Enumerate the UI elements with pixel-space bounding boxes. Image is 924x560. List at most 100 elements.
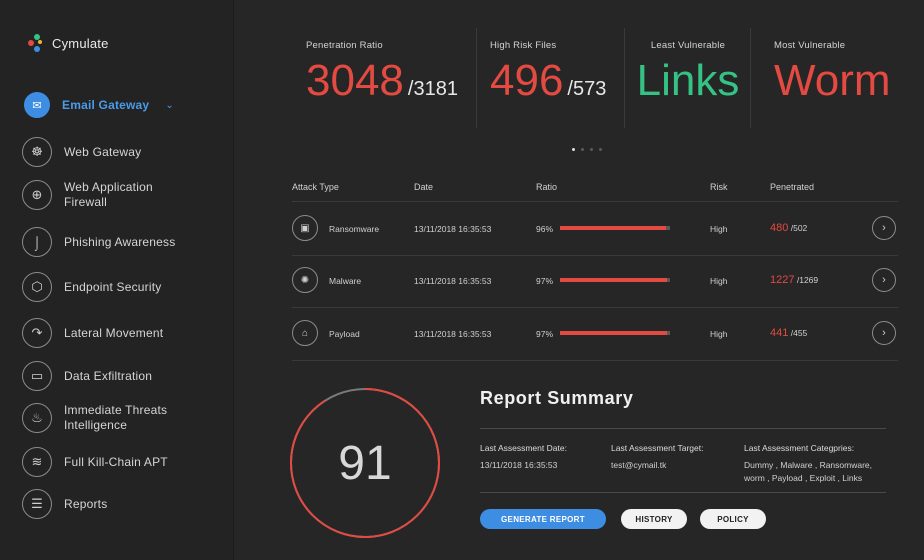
ratio-bar — [560, 226, 670, 230]
globe-gateway-icon: ☸ — [22, 137, 52, 167]
penetrated-count: 1227 — [770, 274, 795, 286]
summary-target-value: test@cymail.tk — [611, 460, 667, 470]
history-button[interactable]: HISTORY — [621, 509, 687, 529]
chevron-right-icon[interactable]: › — [872, 321, 896, 345]
stat-value: Links — [636, 56, 740, 105]
sidebar-item-label: Endpoint Security — [64, 279, 162, 294]
folder-icon: ▭ — [22, 361, 52, 391]
ratio-text: 96% — [536, 224, 554, 234]
ratio-bar — [560, 331, 670, 335]
ratio-bar-fill — [560, 226, 666, 230]
sidebar-item-label: Email Gateway — [62, 97, 150, 112]
stat-most-vulnerable: Most Vulnerable Worm — [774, 28, 904, 128]
generate-report-button[interactable]: GENERATE REPORT — [480, 509, 606, 529]
sidebar: Cymulate ✉ Email Gateway ⌄ ☸ Web Gateway ⊕ Web… — [0, 0, 234, 560]
score-value: 91 — [338, 436, 392, 490]
summary-divider — [480, 492, 886, 493]
flame-icon: ♨ — [22, 403, 52, 433]
penetrated-total: /1269 — [796, 275, 819, 285]
stat-label: Most Vulnerable — [774, 40, 846, 51]
summary-date: Last Assessment Date: 13/11/2018 16:35:5… — [480, 442, 600, 472]
carousel-dot[interactable] — [581, 148, 584, 151]
report-icon: ☰ — [22, 489, 52, 519]
hexagon-icon: ⬡ — [22, 272, 52, 302]
sidebar-item-label: Reports — [64, 496, 108, 511]
carousel-dot[interactable] — [572, 148, 575, 151]
table-row: ⌂ Payload 13/11/2018 16:35:53 97% High 441 /4… — [292, 308, 900, 360]
risk-level: High — [710, 276, 728, 286]
sidebar-item[interactable]: ≋ Full Kill-Chain APT — [22, 447, 222, 477]
table-row: ▣ Ransomware 13/11/2018 16:35:53 96% High 480… — [292, 203, 900, 255]
stat-value: Worm — [774, 56, 891, 105]
attack-date: 13/11/2018 16:35:53 — [414, 224, 492, 234]
ratio-bar-fill — [560, 331, 667, 335]
sidebar-item[interactable]: ✉ Email Gateway ⌄ — [22, 92, 222, 118]
summary-date-value: 13/11/2018 16:35:53 — [480, 460, 558, 470]
stat-value: 3048 — [306, 56, 404, 105]
stat-penetration-ratio: Penetration Ratio 3048/3181 — [306, 28, 472, 128]
chevron-right-icon[interactable]: › — [872, 268, 896, 292]
sidebar-item[interactable]: ☸ Web Gateway — [22, 137, 222, 167]
logo-dot-red — [28, 40, 34, 46]
summary-categories-value: Dummy , Malware , Ransomware, worm , Pay… — [744, 460, 873, 483]
risk-level: High — [710, 329, 728, 339]
stats-bar: Penetration Ratio 3048/3181 High Risk Fi… — [294, 28, 914, 128]
stat-total: /573 — [567, 78, 607, 100]
column-header: Penetrated — [770, 182, 815, 192]
policy-button[interactable]: POLICY — [700, 509, 766, 529]
stat-high-risk-files: High Risk Files 496/573 — [490, 28, 620, 128]
summary-date-label: Last Assessment Date: — [480, 443, 567, 453]
carousel-dot[interactable] — [599, 148, 602, 151]
stat-value: 496 — [490, 56, 564, 105]
summary-target: Last Assessment Target: test@cymail.tk — [611, 442, 737, 472]
stat-divider — [624, 28, 625, 128]
penetrated-total: /455 — [790, 328, 808, 338]
sidebar-item-label: Data Exfiltration — [64, 368, 153, 383]
stat-divider — [476, 28, 477, 128]
envelope-icon: ✉ — [24, 92, 50, 118]
stat-least-vulnerable: Least Vulnerable Links — [630, 28, 746, 128]
column-header: Date — [414, 182, 434, 192]
sidebar-item[interactable]: ♨ Immediate Threats Intelligence — [22, 403, 222, 433]
attack-type: Ransomware — [329, 224, 380, 234]
attack-type: Payload — [329, 329, 360, 339]
penetrated: 1227 /1269 — [770, 274, 818, 286]
attack-date: 13/11/2018 16:35:53 — [414, 329, 492, 339]
sidebar-item[interactable]: ⌡ Phishing Awareness — [22, 227, 222, 257]
penetrated: 480 /502 — [770, 222, 807, 234]
penetrated-count: 441 — [770, 327, 789, 339]
sidebar-item[interactable]: ↷ Lateral Movement — [22, 318, 222, 348]
carousel-dot[interactable] — [590, 148, 593, 151]
sidebar-item[interactable]: ⊕ Web Application Firewall — [22, 180, 222, 210]
column-header: Ratio — [536, 182, 558, 192]
ratio-bar — [560, 278, 670, 282]
ransomware-icon: ▣ — [292, 215, 318, 241]
chevron-right-icon[interactable]: › — [872, 216, 896, 240]
attack-type: Malware — [329, 276, 362, 286]
sidebar-item-label: Full Kill-Chain APT — [64, 454, 168, 469]
chevron-down-icon: ⌄ — [165, 99, 174, 111]
stat-label: Least Vulnerable — [650, 40, 726, 51]
ratio-text: 97% — [536, 276, 554, 286]
penetrated-count: 480 — [770, 222, 789, 234]
lock-icon: ⌂ — [292, 320, 318, 346]
ratio-bar-fill — [560, 278, 667, 282]
logo: Cymulate — [28, 34, 109, 52]
globe-icon: ⊕ — [22, 180, 52, 210]
score-gauge: 91 — [288, 386, 442, 540]
carousel-dots — [572, 148, 602, 151]
summary-categories-label: Last Assessment Categpries: — [744, 443, 855, 453]
summary-divider — [480, 428, 886, 429]
risk-level: High — [710, 224, 728, 234]
penetrated-total: /502 — [790, 223, 808, 233]
column-header: Attack Type — [292, 182, 339, 192]
brand-name: Cymulate — [52, 35, 109, 51]
arc-arrow-icon: ↷ — [22, 318, 52, 348]
sidebar-item[interactable]: ☰ Reports — [22, 489, 222, 519]
sidebar-item[interactable]: ▭ Data Exfiltration — [22, 361, 222, 391]
attack-date: 13/11/2018 16:35:53 — [414, 276, 492, 286]
sidebar-item[interactable]: ⬡ Endpoint Security — [22, 272, 222, 302]
sidebar-item-label: Web Gateway — [64, 144, 142, 159]
logo-dot-yellow — [38, 40, 42, 44]
sidebar-item-label: Lateral Movement — [64, 325, 164, 340]
